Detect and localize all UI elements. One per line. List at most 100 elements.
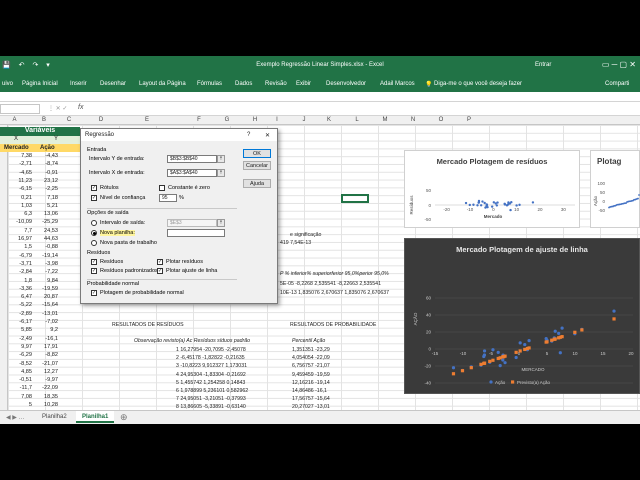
column-header[interactable]: F (192, 117, 206, 123)
output-range-radio[interactable] (91, 220, 97, 226)
tab-file[interactable]: uivo (2, 81, 13, 87)
column-header[interactable]: E (140, 117, 154, 123)
selected-cell[interactable] (341, 194, 369, 203)
cell-action[interactable]: 13,06 (28, 211, 58, 217)
y-range-input[interactable]: $B$3:$B$40 (167, 155, 217, 163)
cell-action[interactable]: 44,63 (28, 236, 58, 242)
cell-action[interactable]: 9,2 (28, 327, 58, 333)
new-sheet-radio[interactable] (91, 230, 97, 236)
fit-actual-point (527, 339, 531, 343)
column-header[interactable]: N (406, 117, 420, 123)
labels-checkbox[interactable]: ✓ (91, 185, 97, 191)
cell-action[interactable]: 9,84 (28, 278, 58, 284)
cell-action[interactable]: -13,01 (28, 311, 58, 317)
column-header[interactable]: A (8, 117, 21, 123)
tab-review[interactable]: Revisão (265, 81, 287, 87)
cell-action[interactable]: -16,1 (28, 336, 58, 342)
tab-formulas[interactable]: Fórmulas (197, 81, 222, 87)
column-header[interactable]: C (62, 117, 76, 123)
column-header[interactable]: I (270, 117, 284, 123)
cell-action[interactable]: -25,29 (28, 219, 58, 225)
column-header[interactable]: O (434, 117, 448, 123)
column-header[interactable]: J (297, 117, 311, 123)
tab-page-layout[interactable]: Layout da Página (139, 81, 186, 87)
tab-adail-marcos[interactable]: Adail Marcos (380, 81, 415, 87)
plot-residuals-checkbox[interactable]: ✓ (157, 259, 163, 265)
cell-action[interactable]: 5,21 (28, 203, 58, 209)
ci-row-1: 5E-05 -8,2268 2,535541 -8,22663 2,535541 (280, 281, 381, 287)
normal-plot-checkbox[interactable]: ✓ (91, 290, 97, 296)
column-header[interactable]: K (322, 117, 336, 123)
formula-buttons[interactable]: ⋮ ✕ ✓ (48, 105, 67, 112)
new-book-radio[interactable] (91, 240, 97, 246)
tab-view[interactable]: Exibir (296, 81, 311, 87)
cell-action[interactable]: 17,91 (28, 344, 58, 350)
cell-action[interactable]: 12,27 (28, 369, 58, 375)
cell-action[interactable]: 7,18 (28, 195, 58, 201)
column-header[interactable]: H (248, 117, 262, 123)
output-range-input[interactable]: $E$3 (167, 219, 217, 227)
cell-action[interactable]: -0,91 (28, 170, 58, 176)
tab-planilha2[interactable]: Planilha2 (36, 411, 73, 423)
close-icon[interactable]: ✕ (265, 132, 270, 139)
new-sheet-input[interactable] (167, 229, 225, 237)
cell-action[interactable]: -7,22 (28, 269, 58, 275)
tab-home[interactable]: Página Inicial (22, 81, 58, 87)
share-button[interactable]: Comparti (605, 81, 629, 87)
cell-action[interactable]: -19,59 (28, 286, 58, 292)
plot-fit-checkbox[interactable]: ✓ (157, 268, 163, 274)
column-header[interactable]: G (220, 117, 234, 123)
const-zero-checkbox[interactable] (159, 185, 165, 191)
cell-action[interactable]: -8,82 (28, 352, 58, 358)
probability-ylabel: Ação (593, 195, 598, 206)
cell-action[interactable]: -22,09 (28, 385, 58, 391)
output-range-collapse-icon[interactable]: ⇡ (217, 219, 225, 227)
help-button[interactable]: Ajuda (243, 179, 271, 188)
add-sheet-icon[interactable]: ⊕ (120, 412, 128, 423)
cell-action[interactable]: 18,35 (28, 394, 58, 400)
probability-chart[interactable]: Plotag 100 50 0 -50 Ação (590, 150, 640, 228)
residuals-checkbox[interactable]: ✓ (91, 259, 97, 265)
cell-action[interactable]: 10,28 (28, 402, 58, 408)
help-icon[interactable]: ? (247, 132, 250, 138)
std-residuals-checkbox[interactable]: ✓ (91, 268, 97, 274)
cell-action[interactable]: -21,07 (28, 361, 58, 367)
cell-action[interactable]: 20,87 (28, 294, 58, 300)
name-box[interactable] (0, 104, 40, 114)
cell-action[interactable]: -7,02 (28, 319, 58, 325)
window-controls[interactable]: ▭ ─ ▢ ✕ (602, 60, 636, 69)
column-header[interactable]: M (378, 117, 392, 123)
tab-insert[interactable]: Inserir (70, 81, 87, 87)
x-range-input[interactable]: $A$3:$A$40 (167, 169, 217, 177)
cell-action[interactable]: 24,53 (28, 228, 58, 234)
column-header[interactable]: L (350, 117, 364, 123)
y-range-collapse-icon[interactable]: ⇡ (217, 155, 225, 163)
column-header[interactable]: P (462, 117, 476, 123)
sign-in-link[interactable]: Entrar (535, 62, 551, 68)
cell-action[interactable]: -19,14 (28, 253, 58, 259)
x-range-collapse-icon[interactable]: ⇡ (217, 169, 225, 177)
cell-action[interactable]: -0,88 (28, 244, 58, 250)
tab-data[interactable]: Dados (235, 81, 252, 87)
residuals-chart[interactable]: Mercado Plotagem de resíduos 50 0 -50 -20 -1… (404, 150, 580, 228)
confidence-input[interactable]: 95 (159, 194, 177, 202)
cell-action[interactable]: -4,43 (28, 153, 58, 159)
cell-action[interactable]: -2,25 (28, 186, 58, 192)
tab-developer[interactable]: Desenvolvedor (326, 81, 366, 87)
tab-planilha1[interactable]: Planilha1 (76, 411, 115, 423)
fit-line-chart[interactable]: Mercado Plotagem de ajuste de linha 60 40… (404, 238, 640, 394)
column-header[interactable]: B (36, 117, 52, 123)
tab-draw[interactable]: Desenhar (100, 81, 126, 87)
cell-action[interactable]: -3,98 (28, 261, 58, 267)
cell-action[interactable]: -15,64 (28, 302, 58, 308)
ok-button[interactable]: OK (243, 149, 271, 158)
fx-icon[interactable]: fx (78, 104, 83, 111)
sheet-nav-icons[interactable]: ◀ ▶ … (6, 414, 25, 421)
cell-action[interactable]: 23,12 (28, 178, 58, 184)
cell-action[interactable]: -8,74 (28, 161, 58, 167)
tell-me-search[interactable]: Diga-me o que você deseja fazer (434, 81, 522, 87)
column-header[interactable]: D (94, 117, 108, 123)
cancel-button[interactable]: Cancelar (243, 161, 271, 170)
cell-action[interactable]: -9,97 (28, 377, 58, 383)
confidence-checkbox[interactable]: ✓ (91, 195, 97, 201)
